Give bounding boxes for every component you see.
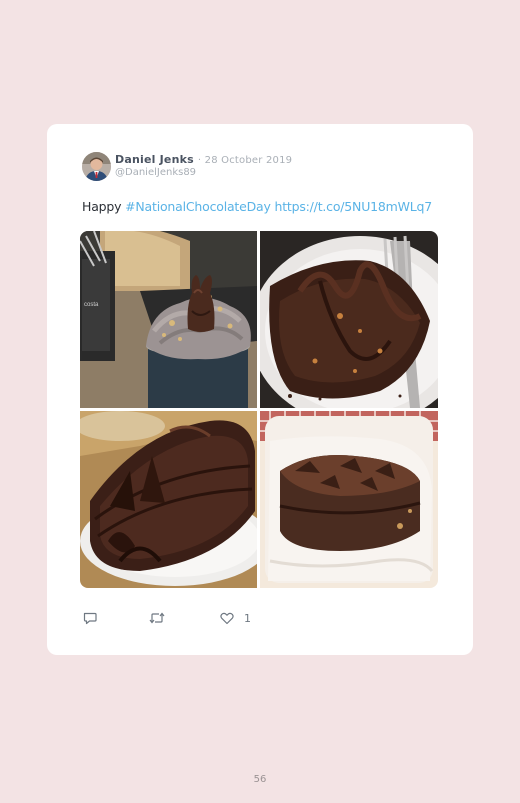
photo-2[interactable] xyxy=(260,231,438,408)
tweet-text: Happy #NationalChocolateDay https://t.co… xyxy=(82,199,432,214)
reply-button[interactable] xyxy=(82,609,98,627)
avatar[interactable] xyxy=(82,152,111,181)
url-link[interactable]: https://t.co/5NU18mWLq7 xyxy=(274,199,432,214)
author-handle[interactable]: @DanielJenks89 xyxy=(115,167,196,178)
tweet-text-prefix: Happy xyxy=(82,199,126,214)
chocolate-layer-cake-slice-photo xyxy=(80,411,257,588)
svg-text:costa: costa xyxy=(84,302,99,308)
avatar-image xyxy=(82,152,111,181)
photo-4[interactable] xyxy=(260,411,438,588)
page-number: 56 xyxy=(253,774,267,785)
author-name[interactable]: Daniel Jenks xyxy=(115,153,194,166)
photo-1[interactable]: costa xyxy=(80,231,257,408)
hashtag-link[interactable]: #NationalChocolateDay xyxy=(125,199,271,214)
chocolate-brownie-drizzle-photo xyxy=(260,231,438,408)
reply-icon xyxy=(83,612,97,625)
chocolate-brownie-napkin-photo xyxy=(260,411,438,588)
tweet-actions: 1 xyxy=(82,609,282,627)
tweet-date[interactable]: · 28 October 2019 xyxy=(198,155,292,166)
retweet-button[interactable] xyxy=(148,609,166,627)
like-count: 1 xyxy=(244,611,251,625)
chocolate-bunny-hot-chocolate-photo: costa xyxy=(80,231,257,408)
author-line: Daniel Jenks · 28 October 2019 xyxy=(115,153,292,166)
tweet-card: Daniel Jenks · 28 October 2019 @DanielJe… xyxy=(47,124,473,655)
photo-grid: costa xyxy=(80,231,438,588)
heart-icon xyxy=(220,612,234,625)
retweet-icon xyxy=(149,612,165,624)
photo-3[interactable] xyxy=(80,411,257,588)
like-button[interactable]: 1 xyxy=(219,609,251,627)
